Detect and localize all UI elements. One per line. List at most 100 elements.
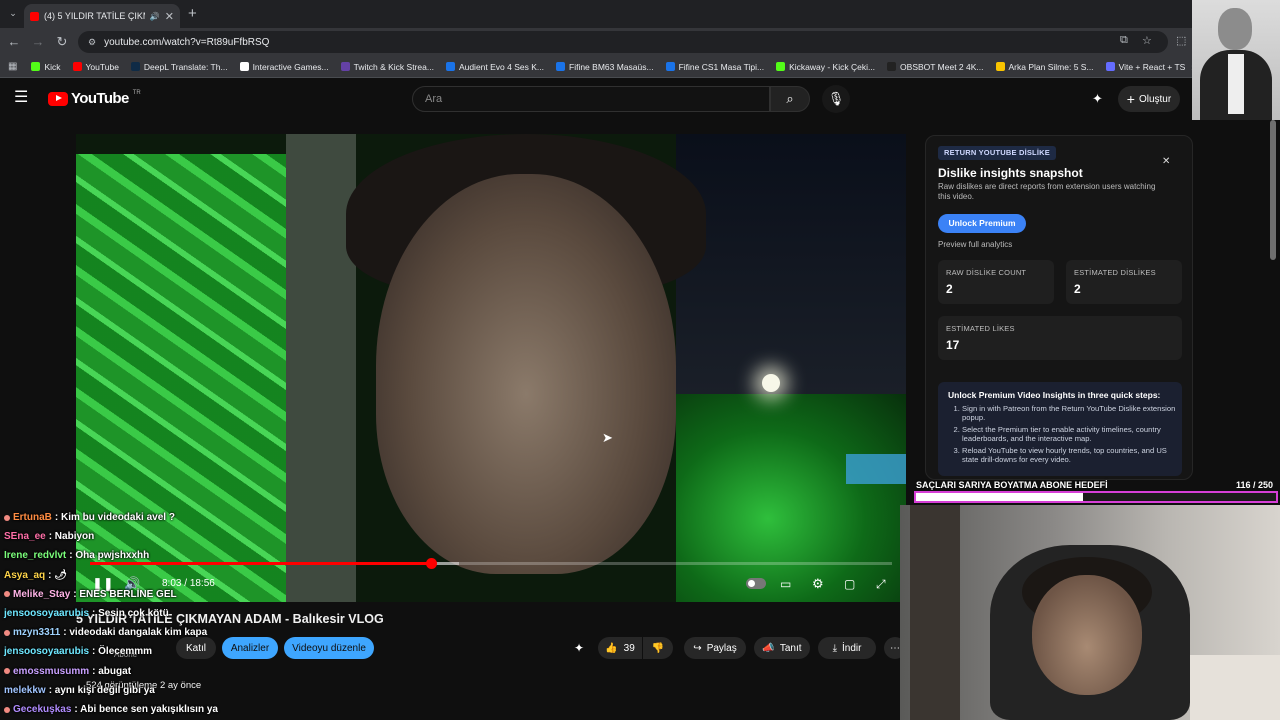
theater-mode-icon[interactable]: ▢ [844, 576, 855, 592]
portrait-shirt [1228, 54, 1244, 114]
chat-message: SEna_ee: Nabiyon [4, 527, 304, 546]
bookmark-label: DeepL Translate: Th... [143, 61, 228, 72]
autoplay-toggle[interactable] [746, 578, 766, 589]
steps-list: Sign in with Patreon from the Return You… [962, 404, 1176, 466]
extension-chip-icon[interactable]: ✦ [574, 641, 584, 655]
stat-value: 2 [946, 282, 953, 296]
chat-username: emossmusumm [13, 665, 90, 677]
reload-icon[interactable]: ↻ [54, 34, 70, 50]
bookmark-item[interactable]: YouTube [67, 56, 125, 78]
bookmark-item[interactable]: Fifine CS1 Masa Tipi... [660, 56, 771, 78]
bookmark-label: YouTube [85, 61, 119, 72]
extension-icon[interactable]: ✦ [1092, 91, 1103, 107]
create-button[interactable]: + Oluştur [1118, 86, 1180, 112]
bookmark-item[interactable]: Kick [25, 56, 66, 78]
tab-search-button[interactable]: ⌄ [6, 6, 20, 20]
address-bar[interactable]: ⚙ youtube.com/watch?v=Rt89uFfbRSQ [78, 31, 1168, 53]
bookmark-item[interactable]: Kickaway - Kick Çeki... [770, 56, 881, 78]
download-icon: ⤓ [832, 642, 837, 654]
browser-tab-active[interactable]: (4) 5 YILDIR TATİLE ÇIKMAYAN 🔊 ✕ [24, 4, 180, 28]
stat-value: 2 [1074, 282, 1081, 296]
cast-icon[interactable]: ⧉ [1120, 34, 1128, 47]
thumbs-down-icon: 👎 [651, 642, 665, 654]
bookmark-label: Kickaway - Kick Çeki... [789, 61, 876, 72]
bookmark-item[interactable]: OBSBOT Meet 2 4K... [881, 56, 989, 78]
bookmark-item[interactable]: Vite + React + TS [1100, 56, 1192, 78]
chat-username: ErtunaB [13, 512, 52, 523]
chat-overlay: ErtunaB: Kim bu videodaki avel ? SEna_ee:… [4, 508, 304, 719]
chat-badge-icon [4, 514, 10, 521]
site-info-icon[interactable]: ⚙ [88, 37, 96, 48]
bookmark-item[interactable]: Audient Evo 4 Ses K... [440, 56, 550, 78]
chat-text: : Kim bu videodaki avel ? [54, 512, 175, 523]
close-tab-icon[interactable]: ✕ [165, 10, 174, 23]
bookmark-label: Vite + React + TS [1118, 61, 1186, 72]
back-icon[interactable]: ← [6, 34, 22, 50]
streamer-webcam [900, 505, 1280, 720]
stat-estimated-likes: ESTİMATED LİKES 17 [938, 316, 1182, 360]
bookmark-favicon-icon [340, 62, 350, 71]
chat-username: melekkw [4, 684, 46, 696]
download-label: İndir [841, 642, 862, 654]
dislike-button[interactable]: 👎 [643, 637, 673, 659]
chat-text: : Sesin çok kötü [92, 608, 169, 620]
bookmark-label: Kick [44, 61, 61, 72]
menu-icon[interactable]: ☰ [14, 90, 32, 106]
share-button[interactable]: ↪ Paylaş [684, 637, 746, 659]
page-scrollbar[interactable] [1270, 120, 1276, 260]
bookmark-item[interactable]: Arka Plan Silme: 5 S... [990, 56, 1100, 78]
youtube-logo[interactable]: YouTube TR [48, 90, 141, 107]
chat-badge-icon [4, 591, 10, 598]
chat-message: Melike_Stay: ENES BERLİNE GEL [4, 585, 304, 604]
youtube-favicon-icon [30, 11, 39, 21]
bookmark-label: Twitch & Kick Strea... [353, 61, 434, 72]
speaker-icon[interactable]: 🔊 [150, 12, 160, 21]
voice-search-button[interactable]: 🎙 [822, 85, 850, 113]
apps-grid-icon[interactable]: ▦ [8, 61, 25, 72]
video-plants [676, 394, 906, 602]
like-button[interactable]: 👍 39 [598, 637, 642, 659]
bookmark-label: Interactive Games... [252, 61, 329, 72]
stat-raw-dislikes: RAW DİSLİKE COUNT 2 [938, 260, 1054, 304]
bookmark-favicon-icon [776, 62, 786, 71]
create-label: Oluştur [1138, 93, 1172, 105]
chat-text: : videodaki dangalak kim kapa [63, 627, 208, 639]
chat-username: Melike_Stay [13, 588, 71, 600]
extensions-icon[interactable]: ⬚ [1176, 34, 1186, 47]
subtitles-icon[interactable]: ▭ [780, 576, 791, 592]
fullscreen-icon[interactable]: ⤢ [876, 576, 886, 592]
stat-label: ESTİMATED DİSLİKES [1074, 268, 1156, 277]
video-night-sky [676, 134, 906, 394]
share-icon: ↪ [693, 642, 702, 654]
panel-description: Raw dislikes are direct reports from ext… [938, 182, 1156, 201]
bookmark-star-icon[interactable]: ☆ [1142, 34, 1152, 47]
search-button[interactable]: ⌕ [770, 86, 810, 112]
panel-heading: Dislike insights snapshot [938, 166, 1083, 180]
microphone-icon: 🎙 [827, 91, 845, 106]
chat-message: Asya_aq: 🌶 [4, 566, 304, 585]
bookmark-favicon-icon [239, 62, 249, 71]
bookmark-label: Fifine CS1 Masa Tipi... [678, 61, 765, 72]
bookmark-item[interactable]: Interactive Games... [234, 56, 335, 78]
bookmark-item[interactable]: DeepL Translate: Th... [125, 56, 234, 78]
download-button[interactable]: ⤓ İndir [818, 637, 876, 659]
bookmark-item[interactable]: Fifine BM63 Masaüs... [550, 56, 660, 78]
forward-icon[interactable]: → [30, 34, 46, 50]
goal-label: SAÇLARI SARIYA BOYATMA ABONE HEDEFİ [916, 480, 1108, 490]
bookmark-favicon-icon [665, 62, 675, 71]
unlock-premium-button[interactable]: Unlock Premium [938, 214, 1026, 233]
progress-scrubber[interactable] [425, 558, 437, 569]
chat-badge-icon [4, 629, 10, 636]
video-lamp [762, 374, 780, 392]
bookmark-favicon-icon [556, 62, 565, 71]
search-input[interactable]: Ara [412, 86, 770, 112]
chat-message: melekkw: aynı kişi değil gibi ya [4, 681, 304, 700]
settings-gear-icon[interactable]: ⚙ [812, 576, 824, 592]
bookmark-item[interactable]: Twitch & Kick Strea... [335, 56, 440, 78]
chat-username: Gecekuşkas [13, 704, 72, 716]
promote-button[interactable]: 📣 Tanıt [754, 637, 810, 659]
close-icon[interactable]: ✕ [1162, 156, 1170, 167]
chat-text: : Abi bence sen yakışıklısın ya [74, 704, 218, 716]
bookmark-favicon-icon [887, 62, 897, 71]
new-tab-button[interactable]: + [188, 5, 197, 22]
